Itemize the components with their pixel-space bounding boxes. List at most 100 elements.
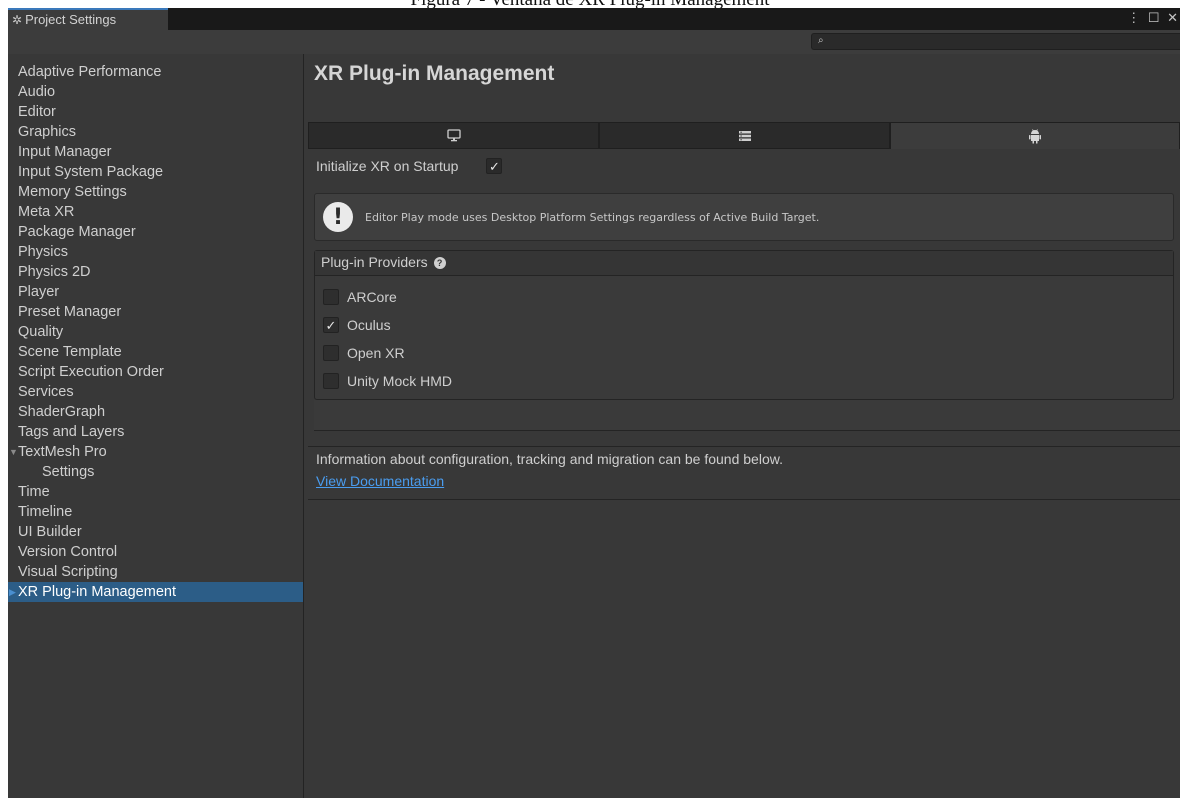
providers-footer bbox=[314, 400, 1180, 431]
sidebar-item-label: Input System Package bbox=[18, 164, 164, 180]
provider-row: Unity Mock HMD bbox=[315, 367, 1173, 395]
sidebar-item[interactable]: Quality bbox=[8, 322, 303, 342]
gear-icon: ✲ bbox=[12, 13, 23, 27]
sidebar-item-label: ShaderGraph bbox=[18, 404, 106, 420]
sidebar-item-label: Visual Scripting bbox=[18, 564, 118, 580]
sidebar-item[interactable]: ShaderGraph bbox=[8, 402, 303, 422]
sidebar-item-label: TextMesh Pro bbox=[18, 444, 107, 460]
provider-checkbox[interactable] bbox=[323, 345, 339, 361]
init-xr-row: Initialize XR on Startup ✓ bbox=[316, 158, 503, 174]
info-text: Information about configuration, trackin… bbox=[316, 451, 783, 467]
sidebar-item[interactable]: Package Manager bbox=[8, 222, 303, 242]
sidebar-item-label: Quality bbox=[18, 324, 64, 340]
sidebar-item-label: Package Manager bbox=[18, 224, 136, 240]
help-text: Editor Play mode uses Desktop Platform S… bbox=[365, 210, 820, 224]
sidebar-item-label: Physics bbox=[18, 244, 68, 260]
sidebar-item[interactable]: Services bbox=[8, 382, 303, 402]
plugin-providers-list: ARCore ✓ Oculus Open XR Unity Mock HMD bbox=[315, 276, 1173, 395]
sidebar-item-label: Version Control bbox=[18, 544, 118, 560]
provider-label: ARCore bbox=[347, 289, 397, 305]
info-section: Information about configuration, trackin… bbox=[308, 446, 1180, 500]
init-xr-checkbox[interactable]: ✓ bbox=[486, 158, 503, 174]
window-controls[interactable]: ⋮ ☐ ✕ bbox=[1127, 8, 1180, 30]
provider-label: Oculus bbox=[347, 317, 391, 333]
sidebar-item[interactable]: Script Execution Order bbox=[8, 362, 303, 382]
page-title: XR Plug-in Management bbox=[314, 62, 555, 85]
tab-title: Project Settings bbox=[25, 12, 117, 27]
help-icon[interactable]: ? bbox=[433, 257, 446, 270]
settings-sidebar: Adaptive Performance Audio Editor Graphics I… bbox=[8, 54, 304, 798]
settings-nav-list: Adaptive Performance Audio Editor Graphics I… bbox=[8, 54, 303, 602]
plugin-providers-header: Plug-in Providers? bbox=[315, 251, 1173, 276]
sidebar-item-label: XR Plug-in Management bbox=[18, 584, 176, 600]
sidebar-item[interactable]: Input Manager bbox=[8, 142, 303, 162]
provider-checkbox[interactable] bbox=[323, 373, 339, 389]
expand-arrow-icon[interactable]: ▼ bbox=[9, 442, 18, 462]
android-icon bbox=[1029, 129, 1041, 144]
sidebar-item-label: Tags and Layers bbox=[18, 424, 125, 440]
sidebar-item[interactable]: Physics 2D bbox=[8, 262, 303, 282]
provider-checkbox[interactable]: ✓ bbox=[323, 317, 339, 333]
sidebar-item[interactable]: Time bbox=[8, 482, 303, 502]
sidebar-item-label: Audio bbox=[18, 84, 56, 100]
sidebar-item-label: Script Execution Order bbox=[18, 364, 164, 380]
sidebar-item[interactable]: Input System Package bbox=[8, 162, 303, 182]
sidebar-item[interactable]: UI Builder bbox=[8, 522, 303, 542]
sidebar-item[interactable]: Physics bbox=[8, 242, 303, 262]
window-tab-bar: ✲ Project Settings ⋮ ☐ ✕ bbox=[8, 8, 1180, 30]
sidebar-item[interactable]: Settings bbox=[8, 462, 303, 482]
sidebar-item-label: Physics 2D bbox=[18, 264, 91, 280]
desktop-icon bbox=[446, 128, 461, 141]
sidebar-item[interactable]: ▶ XR Plug-in Management bbox=[8, 582, 303, 602]
tab-server[interactable] bbox=[599, 122, 890, 149]
sidebar-item[interactable]: Audio bbox=[8, 82, 303, 102]
figure-caption: Figura 7 - Ventana de XR Plug-in Managem… bbox=[0, 0, 1180, 8]
sidebar-item-label: Adaptive Performance bbox=[18, 64, 162, 80]
sidebar-item-label: UI Builder bbox=[18, 524, 82, 540]
project-settings-window: ✲ Project Settings ⋮ ☐ ✕ ⌕ Adaptive Perfo… bbox=[8, 8, 1180, 798]
sidebar-item-label: Player bbox=[18, 284, 60, 300]
sidebar-item[interactable]: Version Control bbox=[8, 542, 303, 562]
sidebar-item[interactable]: Editor bbox=[8, 102, 303, 122]
sidebar-item[interactable]: Graphics bbox=[8, 122, 303, 142]
sidebar-item-label: Services bbox=[18, 384, 74, 400]
sidebar-item-label: Meta XR bbox=[18, 204, 75, 220]
toolbar: ⌕ bbox=[8, 30, 1180, 54]
provider-label: Unity Mock HMD bbox=[347, 373, 453, 389]
warning-icon: ! bbox=[323, 202, 353, 232]
provider-row: Open XR bbox=[315, 339, 1173, 367]
tab-project-settings[interactable]: ✲ Project Settings bbox=[8, 8, 168, 30]
help-box: ! Editor Play mode uses Desktop Platform… bbox=[314, 193, 1174, 241]
sidebar-item-label: Preset Manager bbox=[18, 304, 122, 320]
sidebar-item-label: Timeline bbox=[18, 504, 73, 520]
tab-android[interactable] bbox=[890, 122, 1180, 149]
platform-tabs bbox=[308, 122, 1180, 149]
sidebar-item[interactable]: Timeline bbox=[8, 502, 303, 522]
provider-label: Open XR bbox=[347, 345, 405, 361]
sidebar-item[interactable]: Adaptive Performance bbox=[8, 62, 303, 82]
sidebar-item[interactable]: Preset Manager bbox=[8, 302, 303, 322]
sidebar-item-label: Editor bbox=[18, 104, 56, 120]
view-documentation-link[interactable]: View Documentation bbox=[316, 473, 444, 489]
sidebar-item[interactable]: Scene Template bbox=[8, 342, 303, 362]
sidebar-item[interactable]: Meta XR bbox=[8, 202, 303, 222]
sidebar-item-label: Settings bbox=[42, 464, 95, 480]
sidebar-item[interactable]: Memory Settings bbox=[8, 182, 303, 202]
sidebar-item-label: Graphics bbox=[18, 124, 77, 140]
main-panel: XR Plug-in Management Initialize XR on S… bbox=[304, 54, 1180, 798]
sidebar-item[interactable]: Player bbox=[8, 282, 303, 302]
sidebar-item[interactable]: Visual Scripting bbox=[8, 562, 303, 582]
sidebar-item-label: Memory Settings bbox=[18, 184, 127, 200]
sidebar-item[interactable]: Tags and Layers bbox=[8, 422, 303, 442]
server-icon bbox=[738, 130, 751, 141]
search-input[interactable]: ⌕ bbox=[811, 33, 1180, 50]
plugin-providers-title: Plug-in Providers bbox=[321, 254, 428, 270]
collapse-arrow-icon[interactable]: ▶ bbox=[9, 582, 16, 602]
sidebar-item-label: Scene Template bbox=[18, 344, 122, 360]
provider-checkbox[interactable] bbox=[323, 289, 339, 305]
tab-desktop[interactable] bbox=[308, 122, 599, 149]
sidebar-item-label: Time bbox=[18, 484, 50, 500]
sidebar-item[interactable]: ▼ TextMesh Pro bbox=[8, 442, 303, 462]
sidebar-item-label: Input Manager bbox=[18, 144, 112, 160]
provider-row: ✓ Oculus bbox=[315, 311, 1173, 339]
